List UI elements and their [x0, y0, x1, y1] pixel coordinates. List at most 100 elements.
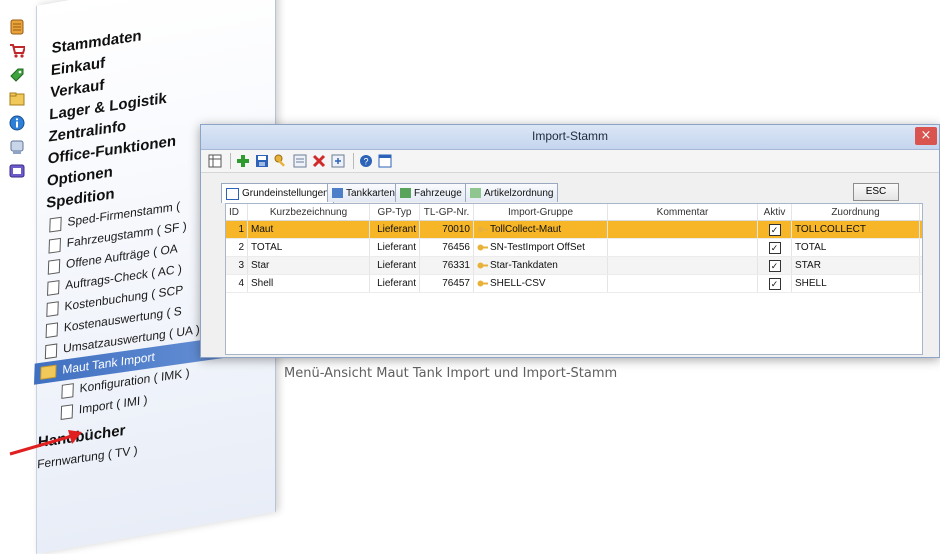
document-icon — [44, 342, 58, 359]
column-header-kommentar[interactable]: Kommentar — [608, 204, 758, 220]
cell-kurzbezeichnung: Maut — [248, 221, 370, 238]
card-icon — [332, 188, 343, 198]
cell-kurzbezeichnung: Star — [248, 257, 370, 274]
tab-tankkarten[interactable]: Tankkarten — [327, 183, 400, 202]
help-icon[interactable]: ? — [358, 153, 374, 169]
cell-kommentar — [608, 257, 758, 274]
tab-artikelzordnung[interactable]: Artikelzordnung — [465, 183, 559, 202]
cell-aktiv[interactable]: ✓ — [758, 221, 792, 238]
import-grid: ID Kurzbezeichnung GP-Typ TL-GP-Nr. Impo… — [225, 203, 923, 355]
table-row[interactable]: 3 Star Lieferant 76331 Star-Tankdaten ✓ … — [226, 257, 922, 275]
tab-label: Fahrzeuge — [414, 187, 462, 199]
cell-zuordnung: TOTAL — [792, 239, 920, 256]
column-header-gp-typ[interactable]: GP-Typ — [370, 204, 420, 220]
cell-zuordnung: TOLLCOLLECT — [792, 221, 920, 238]
cell-import-gruppe[interactable]: TollCollect-Maut — [474, 221, 608, 238]
cell-import-gruppe[interactable]: Star-Tankdaten — [474, 257, 608, 274]
grid-icon[interactable] — [207, 153, 223, 169]
spedition-icon[interactable] — [8, 162, 26, 180]
cell-aktiv[interactable]: ✓ — [758, 275, 792, 292]
cell-id: 3 — [226, 257, 248, 274]
key-icon — [477, 262, 488, 269]
aktiv-checkbox[interactable]: ✓ — [768, 277, 781, 290]
document-icon — [48, 237, 61, 254]
key-icon — [477, 226, 488, 233]
cell-aktiv[interactable]: ✓ — [758, 239, 792, 256]
cell-gp-typ: Lieferant — [370, 275, 420, 292]
import-icon[interactable] — [330, 153, 346, 169]
caption: Menü-Ansicht Maut Tank Import und Import… — [284, 366, 618, 381]
cell-gp-typ: Lieferant — [370, 221, 420, 238]
document-icon — [46, 300, 59, 317]
verkauf-tag-icon[interactable] — [8, 66, 26, 84]
tab-label: Artikelzordnung — [484, 187, 554, 199]
add-icon[interactable] — [235, 153, 251, 169]
red-arrow-icon — [9, 430, 82, 456]
window-titlebar[interactable]: Import-Stamm × — [201, 125, 939, 150]
table-row[interactable]: 2 TOTAL Lieferant 76456 SN-TestImport Of… — [226, 239, 922, 257]
aktiv-checkbox[interactable]: ✓ — [768, 259, 781, 272]
cell-id: 2 — [226, 239, 248, 256]
cell-kommentar — [608, 221, 758, 238]
toolbar: ? — [201, 150, 939, 173]
cell-text: Star-Tankdaten — [490, 260, 558, 271]
cell-tl-gp-nr: 76456 — [420, 239, 474, 256]
window-icon[interactable] — [377, 153, 393, 169]
truck-icon — [400, 188, 411, 198]
column-header-zuordnung[interactable]: Zuordnung — [792, 204, 920, 220]
column-header-import-gruppe[interactable]: Import-Gruppe — [474, 204, 608, 220]
key-icon — [477, 280, 488, 287]
cell-text: SN-TestImport OffSet — [490, 242, 585, 253]
close-button[interactable]: × — [915, 127, 937, 145]
office-icon[interactable] — [8, 138, 26, 156]
article-icon — [470, 188, 481, 198]
info-icon[interactable] — [8, 114, 26, 132]
cell-tl-gp-nr: 76457 — [420, 275, 474, 292]
tab-label: Tankkarten — [346, 187, 395, 199]
toolbar-separator — [230, 153, 231, 169]
folder-open-icon — [40, 364, 57, 380]
list-icon[interactable] — [292, 153, 308, 169]
aktiv-checkbox[interactable]: ✓ — [768, 241, 781, 254]
aktiv-checkbox[interactable]: ✓ — [768, 223, 781, 236]
column-header-id[interactable]: ID — [226, 204, 248, 220]
cell-tl-gp-nr: 76331 — [420, 257, 474, 274]
column-header-kurzbezeichnung[interactable]: Kurzbezeichnung — [248, 204, 370, 220]
table-row[interactable]: 4 Shell Lieferant 76457 SHELL-CSV ✓ SHEL… — [226, 275, 922, 293]
tab-fahrzeuge[interactable]: Fahrzeuge — [395, 183, 467, 202]
table-row[interactable]: 1 Maut Lieferant 70010 TollCollect-Maut … — [226, 221, 922, 239]
save-icon[interactable] — [254, 153, 270, 169]
document-icon — [49, 216, 62, 233]
cell-kommentar — [608, 239, 758, 256]
cell-tl-gp-nr: 70010 — [420, 221, 474, 238]
document-icon — [60, 403, 74, 420]
cell-aktiv[interactable]: ✓ — [758, 257, 792, 274]
cell-text: SHELL-CSV — [490, 278, 546, 289]
cell-gp-typ: Lieferant — [370, 239, 420, 256]
cell-id: 1 — [226, 221, 248, 238]
key-icon — [477, 244, 488, 251]
column-header-tl-gp-nr[interactable]: TL-GP-Nr. — [420, 204, 474, 220]
app-icon-strip — [8, 18, 28, 186]
stammdaten-icon[interactable] — [8, 18, 26, 36]
einkauf-cart-icon[interactable] — [8, 42, 26, 60]
document-icon — [47, 258, 61, 275]
tab-strip: Grundeinstellungen Tankkarten Fahrzeuge … — [221, 183, 921, 203]
toolbar-separator — [353, 153, 354, 169]
window-icon — [226, 187, 239, 200]
cell-gp-typ: Lieferant — [370, 257, 420, 274]
grid-header: ID Kurzbezeichnung GP-Typ TL-GP-Nr. Impo… — [226, 204, 922, 221]
document-icon — [61, 382, 74, 399]
cell-import-gruppe[interactable]: SN-TestImport OffSet — [474, 239, 608, 256]
column-header-aktiv[interactable]: Aktiv — [758, 204, 792, 220]
lager-folder-icon[interactable] — [8, 90, 26, 108]
key-icon[interactable] — [273, 153, 289, 169]
svg-text:?: ? — [363, 157, 368, 167]
cell-import-gruppe[interactable]: SHELL-CSV — [474, 275, 608, 292]
import-stamm-window: Import-Stamm × ? Grundeinstellungen Tank… — [200, 124, 940, 358]
esc-button[interactable]: ESC — [853, 183, 899, 201]
tab-grundeinstellungen[interactable]: Grundeinstellungen — [221, 183, 334, 203]
window-title: Import-Stamm — [531, 129, 608, 143]
delete-icon[interactable] — [311, 153, 327, 169]
cell-zuordnung: SHELL — [792, 275, 920, 292]
